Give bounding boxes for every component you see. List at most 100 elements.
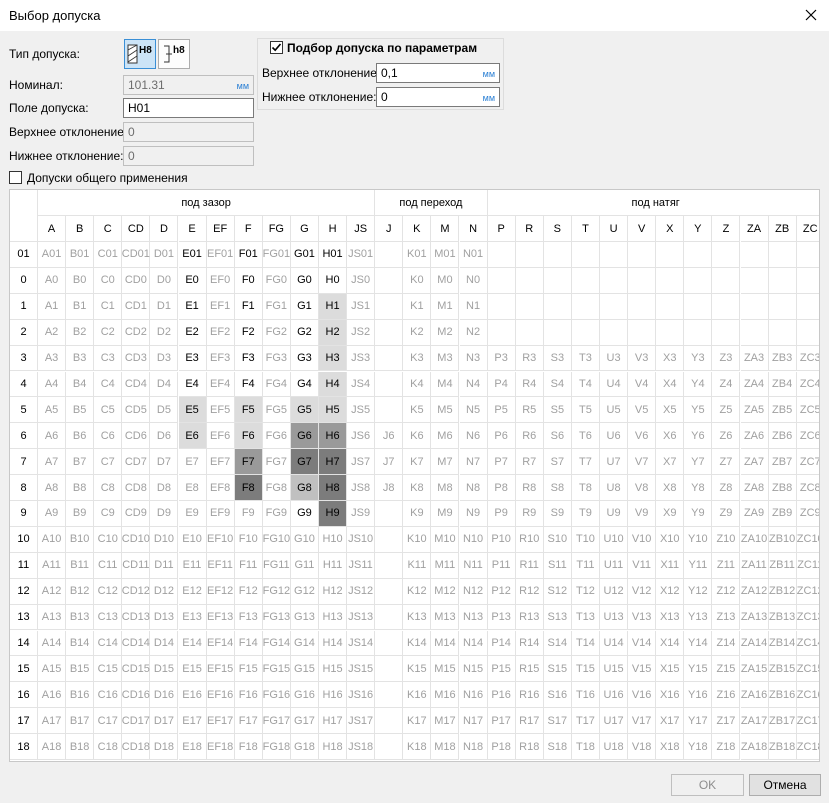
tolerance-cell[interactable]: F15 bbox=[234, 656, 263, 683]
tolerance-cell[interactable]: R10 bbox=[515, 526, 544, 553]
tolerance-cell[interactable]: V16 bbox=[628, 682, 657, 709]
tolerance-cell[interactable]: B13 bbox=[66, 604, 95, 631]
tolerance-cell[interactable]: FG18 bbox=[263, 734, 291, 760]
tolerance-cell[interactable]: ZA16 bbox=[740, 682, 769, 709]
tolerance-cell[interactable]: R18 bbox=[515, 734, 544, 760]
tolerance-cell[interactable]: Y3 bbox=[684, 345, 713, 372]
tolerance-cell[interactable]: EF8 bbox=[206, 475, 235, 501]
tolerance-cell[interactable]: P9 bbox=[487, 501, 516, 527]
tolerance-cell[interactable]: H4 bbox=[319, 371, 348, 398]
tolerance-cell[interactable]: S11 bbox=[543, 552, 572, 579]
tolerance-cell[interactable]: U13 bbox=[600, 604, 629, 631]
tolerance-cell[interactable]: ZB12 bbox=[768, 578, 797, 605]
tolerance-cell[interactable]: C3 bbox=[94, 345, 123, 372]
tolerance-cell[interactable]: Y16 bbox=[684, 682, 713, 709]
tolerance-cell[interactable]: R9 bbox=[515, 501, 544, 527]
tolerance-cell[interactable]: N0 bbox=[459, 267, 488, 294]
tolerance-cell[interactable]: K2 bbox=[403, 319, 432, 346]
tolerance-cell[interactable]: S3 bbox=[543, 345, 572, 372]
tolerance-cell[interactable]: M17 bbox=[431, 708, 460, 735]
tolerance-cell[interactable]: D7 bbox=[150, 449, 179, 476]
tolerance-cell[interactable]: ZC8 bbox=[796, 475, 819, 501]
tolerance-cell[interactable]: R7 bbox=[515, 449, 544, 476]
tolerance-cell[interactable]: K3 bbox=[403, 345, 432, 372]
tolerance-cell[interactable]: E12 bbox=[178, 578, 207, 605]
tolerance-cell[interactable]: P6 bbox=[487, 423, 516, 450]
tolerance-cell[interactable]: EF6 bbox=[206, 423, 235, 450]
tolerance-cell[interactable]: M13 bbox=[431, 604, 460, 631]
tolerance-cell[interactable]: C0 bbox=[94, 267, 123, 294]
tolerance-cell[interactable]: ZB10 bbox=[768, 526, 797, 553]
tolerance-cell[interactable]: ZA3 bbox=[740, 345, 769, 372]
tolerance-cell[interactable]: M9 bbox=[431, 501, 460, 527]
tolerance-cell[interactable]: CD15 bbox=[122, 656, 151, 683]
tolerance-cell[interactable]: CD7 bbox=[122, 449, 151, 476]
tolerance-cell[interactable]: K7 bbox=[403, 449, 432, 476]
tolerance-cell[interactable]: F5 bbox=[234, 397, 263, 424]
tolerance-cell[interactable]: ZC3 bbox=[796, 346, 819, 372]
tolerance-cell[interactable]: ZA4 bbox=[740, 371, 769, 398]
tolerance-cell[interactable]: Z5 bbox=[712, 397, 741, 424]
tolerance-cell[interactable]: T17 bbox=[571, 708, 600, 735]
tolerance-cell[interactable]: ZA10 bbox=[740, 526, 769, 553]
tolerance-cell[interactable]: A1 bbox=[38, 293, 67, 320]
tolerance-cell[interactable]: N15 bbox=[459, 656, 488, 683]
tolerance-cell[interactable]: D9 bbox=[150, 501, 179, 527]
tolerance-cell[interactable]: R12 bbox=[515, 578, 544, 605]
tolerance-cell[interactable]: E10 bbox=[178, 526, 207, 553]
tolerance-cell[interactable]: CD0 bbox=[122, 267, 151, 294]
tolerance-cell[interactable]: EF14 bbox=[206, 630, 235, 657]
tolerance-cell[interactable]: K5 bbox=[403, 397, 432, 424]
tolerance-cell[interactable]: C5 bbox=[94, 397, 123, 424]
tolerance-cell[interactable]: U15 bbox=[600, 656, 629, 683]
tolerance-cell[interactable]: A5 bbox=[38, 397, 67, 424]
tolerance-cell[interactable]: T14 bbox=[571, 630, 600, 657]
tolerance-cell[interactable]: A11 bbox=[38, 552, 67, 579]
tolerance-cell[interactable]: C16 bbox=[94, 682, 123, 709]
tolerance-cell[interactable]: ZB11 bbox=[768, 552, 797, 579]
tolerance-cell[interactable]: V15 bbox=[628, 656, 657, 683]
tolerance-cell[interactable]: C14 bbox=[94, 630, 123, 657]
tolerance-cell[interactable]: N01 bbox=[459, 242, 488, 268]
tolerance-cell[interactable]: T15 bbox=[571, 656, 600, 683]
tolerance-cell[interactable]: P17 bbox=[487, 708, 516, 735]
tolerance-cell[interactable]: Y14 bbox=[684, 630, 713, 657]
tolerance-cell[interactable]: ZA13 bbox=[740, 604, 769, 631]
tolerance-cell[interactable]: F10 bbox=[234, 526, 263, 553]
tolerance-cell[interactable]: S6 bbox=[543, 423, 572, 450]
tolerance-field-input[interactable]: H01 bbox=[123, 98, 254, 118]
tolerance-cell[interactable]: CD1 bbox=[122, 293, 151, 320]
tolerance-cell[interactable]: N2 bbox=[459, 319, 488, 346]
tolerance-cell[interactable]: S15 bbox=[543, 656, 572, 683]
tolerance-cell[interactable]: X8 bbox=[656, 475, 685, 501]
tolerance-cell[interactable]: K15 bbox=[403, 656, 432, 683]
tolerance-cell[interactable]: X15 bbox=[656, 656, 685, 683]
tolerance-cell[interactable]: B2 bbox=[66, 319, 95, 346]
tolerance-cell[interactable]: P7 bbox=[487, 449, 516, 476]
tolerance-cell[interactable]: M14 bbox=[431, 630, 460, 657]
tolerance-cell[interactable]: FG4 bbox=[262, 371, 291, 398]
tolerance-cell[interactable]: Z17 bbox=[712, 708, 741, 735]
tolerance-cell[interactable]: U5 bbox=[600, 397, 629, 424]
tolerance-cell[interactable]: K8 bbox=[403, 475, 432, 501]
tolerance-cell[interactable]: R15 bbox=[515, 656, 544, 683]
tolerance-cell[interactable]: H01 bbox=[319, 242, 348, 268]
tolerance-cell[interactable]: FG16 bbox=[263, 682, 291, 709]
tolerance-cell[interactable]: ZC18 bbox=[796, 734, 819, 760]
tolerance-cell[interactable]: X13 bbox=[656, 604, 685, 631]
tolerance-cell[interactable]: V8 bbox=[628, 475, 657, 501]
tolerance-cell[interactable]: E8 bbox=[178, 475, 207, 501]
tolerance-cell[interactable]: V4 bbox=[628, 371, 657, 398]
tolerance-cell[interactable]: E1 bbox=[178, 293, 207, 320]
tolerance-cell[interactable]: X12 bbox=[656, 578, 685, 605]
tolerance-cell[interactable]: D8 bbox=[150, 475, 179, 501]
tolerance-cell[interactable]: A4 bbox=[38, 371, 67, 398]
tolerance-cell[interactable]: JS10 bbox=[347, 526, 376, 553]
tolerance-cell[interactable]: M2 bbox=[431, 319, 460, 346]
tolerance-cell[interactable]: G0 bbox=[290, 267, 319, 294]
tolerance-cell[interactable]: C12 bbox=[94, 578, 123, 605]
tolerance-cell[interactable]: JS7 bbox=[347, 449, 376, 476]
tolerance-cell[interactable]: Y18 bbox=[684, 734, 713, 760]
tolerance-cell[interactable]: Z11 bbox=[712, 552, 741, 579]
tolerance-cell[interactable]: D16 bbox=[150, 682, 179, 709]
